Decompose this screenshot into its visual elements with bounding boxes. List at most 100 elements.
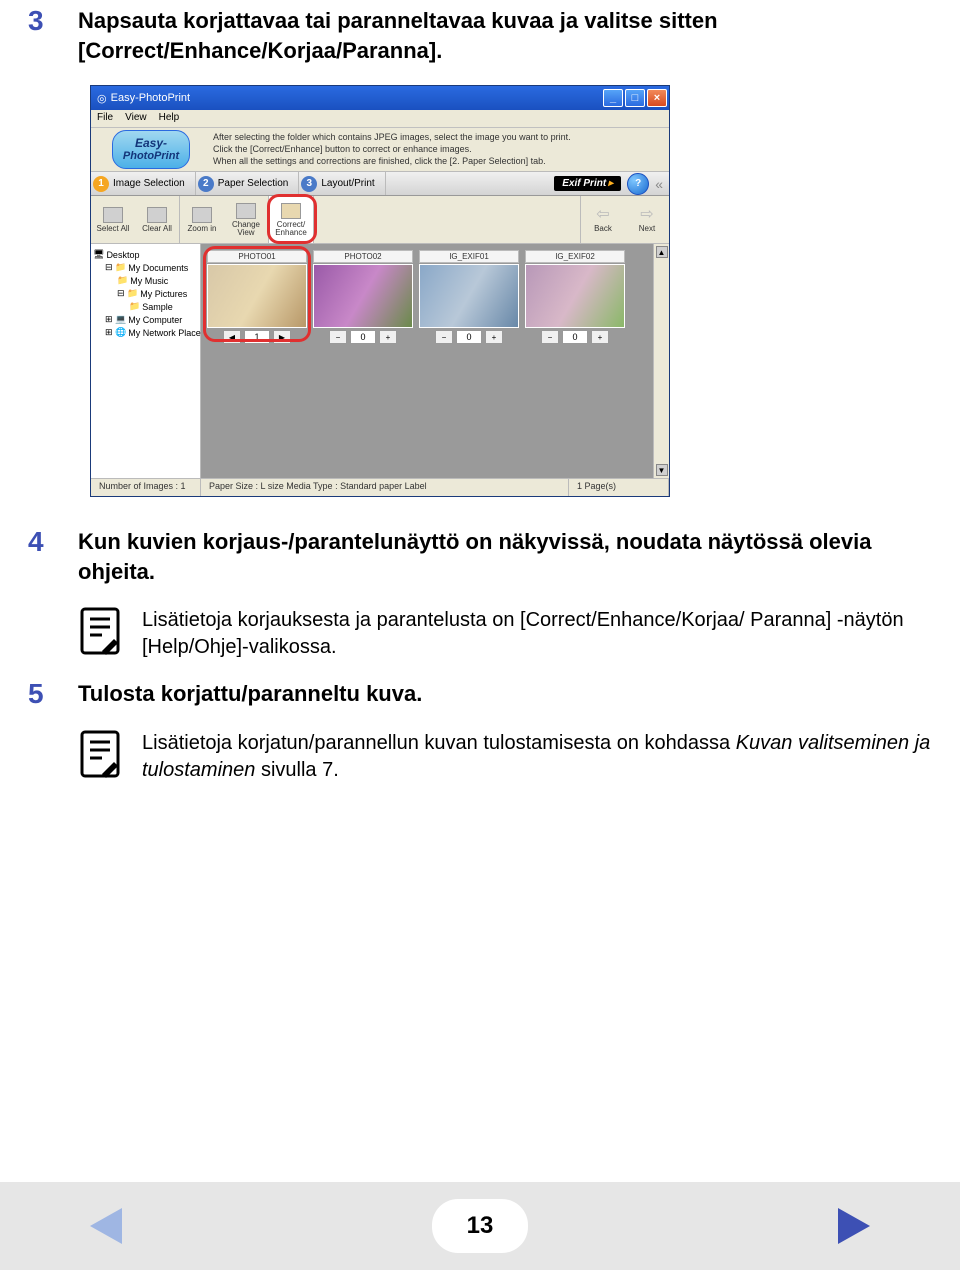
- step-text: Kun kuvien korjaus-/parantelunäyttö on n…: [78, 527, 940, 586]
- status-page-count: 1 Page(s): [569, 479, 669, 496]
- tab-image-selection[interactable]: 1 Image Selection: [91, 172, 196, 195]
- window-title: Easy-PhotoPrint: [111, 92, 190, 104]
- info-line-1: After selecting the folder which contain…: [213, 132, 667, 144]
- thumbnail-count: 0: [350, 330, 376, 344]
- tab-label: Layout/Print: [321, 178, 374, 189]
- thumb-prev-button[interactable]: ◀: [223, 330, 241, 344]
- app-logo: Easy- PhotoPrint: [91, 128, 211, 171]
- thumbnail-image: [207, 264, 307, 328]
- tab-label: Paper Selection: [218, 178, 289, 189]
- change-view-icon: [236, 203, 256, 219]
- thumbnail-count: 1: [244, 330, 270, 344]
- logo-bottom: PhotoPrint: [123, 150, 179, 162]
- step-number: 5: [28, 679, 78, 710]
- thumb-next-button[interactable]: ▶: [273, 330, 291, 344]
- menu-view[interactable]: View: [125, 112, 147, 125]
- select-all-button[interactable]: Select All: [91, 196, 135, 243]
- step-text: Napsauta korjattavaa tai paranneltavaa k…: [78, 6, 940, 65]
- thumbnail-item[interactable]: PHOTO02 − 0 +: [313, 250, 413, 344]
- tab-label: Image Selection: [113, 178, 185, 189]
- next-page-button[interactable]: [838, 1208, 870, 1244]
- step-text: Tulosta korjattu/paranneltu kuva.: [78, 679, 940, 709]
- empty-area: [201, 350, 653, 478]
- tab-number: 3: [301, 176, 317, 192]
- status-bar: Number of Images : 1 Paper Size : L size…: [91, 478, 669, 496]
- tab-layout-print[interactable]: 3 Layout/Print: [299, 172, 385, 195]
- thumb-plus-button[interactable]: +: [591, 330, 609, 344]
- thumbnail-image: [419, 264, 519, 328]
- thumbnail-count: 0: [456, 330, 482, 344]
- next-arrow-icon: ⇨: [640, 207, 653, 223]
- minimize-button[interactable]: _: [603, 89, 623, 107]
- thumb-minus-button[interactable]: −: [329, 330, 347, 344]
- collapse-icon[interactable]: «: [655, 176, 663, 192]
- tree-my-computer[interactable]: ⊞ 💻 My Computer: [93, 313, 198, 326]
- info-text: After selecting the folder which contain…: [211, 128, 669, 171]
- thumb-minus-button[interactable]: −: [541, 330, 559, 344]
- step-4: 4 Kun kuvien korjaus-/parantelunäyttö on…: [28, 527, 940, 586]
- tree-my-documents[interactable]: ⊟ 📁 My Documents: [93, 261, 198, 274]
- thumbnail-item[interactable]: IG_EXIF01 − 0 +: [419, 250, 519, 344]
- note-icon: [80, 607, 120, 655]
- back-button[interactable]: ⇦ Back: [581, 196, 625, 243]
- info-line-3: When all the settings and corrections ar…: [213, 156, 667, 168]
- thumbnail-label: PHOTO02: [313, 250, 413, 263]
- zoom-icon: [192, 207, 212, 223]
- menubar: File View Help: [91, 110, 669, 128]
- tree-my-music[interactable]: 📁 My Music: [93, 274, 198, 287]
- clear-all-icon: [147, 207, 167, 223]
- logo-top: Easy-: [135, 136, 167, 150]
- tree-desktop[interactable]: 🖥 Desktop: [93, 248, 198, 261]
- thumbnail-count: 0: [562, 330, 588, 344]
- thumbnail-area: PHOTO01 ◀ 1 ▶ PHOTO02: [201, 244, 653, 350]
- tab-number: 1: [93, 176, 109, 192]
- correct-enhance-icon: [281, 203, 301, 219]
- status-image-count: Number of Images : 1: [91, 479, 201, 496]
- thumbnail-label: PHOTO01: [207, 250, 307, 263]
- info-line-2: Click the [Correct/Enhance] button to co…: [213, 144, 667, 156]
- page-footer: 13: [0, 1182, 960, 1270]
- page-number: 13: [467, 1212, 494, 1240]
- tab-bar: 1 Image Selection 2 Paper Selection 3 La…: [91, 172, 669, 196]
- note-text: Lisätietoja korjatun/parannellun kuvan t…: [142, 730, 940, 784]
- step-5: 5 Tulosta korjattu/paranneltu kuva.: [28, 679, 940, 710]
- thumb-plus-button[interactable]: +: [485, 330, 503, 344]
- back-arrow-icon: ⇦: [596, 207, 609, 223]
- scroll-up-icon[interactable]: ▲: [656, 246, 668, 258]
- thumb-minus-button[interactable]: −: [435, 330, 453, 344]
- correct-enhance-button[interactable]: Correct/Enhance: [269, 196, 313, 243]
- thumbnail-item[interactable]: IG_EXIF02 − 0 +: [525, 250, 625, 344]
- zoom-in-button[interactable]: Zoom in: [180, 196, 224, 243]
- thumbnail-item[interactable]: PHOTO01 ◀ 1 ▶: [207, 250, 307, 344]
- select-all-icon: [103, 207, 123, 223]
- thumbnail-image: [525, 264, 625, 328]
- tree-sample[interactable]: 📁 Sample: [93, 300, 198, 313]
- step-3: 3 Napsauta korjattavaa tai paranneltavaa…: [28, 6, 940, 65]
- menu-help[interactable]: Help: [159, 112, 180, 125]
- tree-my-pictures[interactable]: ⊟ 📁 My Pictures: [93, 287, 198, 300]
- menu-file[interactable]: File: [97, 112, 113, 125]
- work-area: 🖥 Desktop ⊟ 📁 My Documents 📁 My Music ⊟ …: [91, 244, 669, 478]
- step-number: 4: [28, 527, 78, 558]
- maximize-button[interactable]: □: [625, 89, 645, 107]
- window-titlebar: ◎ Easy-PhotoPrint _ □ ×: [91, 86, 669, 110]
- scroll-down-icon[interactable]: ▼: [656, 464, 668, 476]
- thumbnail-label: IG_EXIF02: [525, 250, 625, 263]
- close-button[interactable]: ×: [647, 89, 667, 107]
- thumbnail-label: IG_EXIF01: [419, 250, 519, 263]
- tree-my-network[interactable]: ⊞ 🌐 My Network Places: [93, 326, 198, 339]
- folder-tree[interactable]: 🖥 Desktop ⊟ 📁 My Documents 📁 My Music ⊟ …: [91, 244, 201, 478]
- exif-badge: Exif Print▸: [554, 176, 621, 191]
- next-button[interactable]: ⇨ Next: [625, 196, 669, 243]
- note-block: Lisätietoja korjauksesta ja parantelusta…: [80, 607, 940, 661]
- prev-page-button[interactable]: [90, 1208, 122, 1244]
- help-button[interactable]: ?: [627, 173, 649, 195]
- scrollbar[interactable]: ▲ ▼: [653, 244, 669, 478]
- change-view-button[interactable]: Change View: [224, 196, 268, 243]
- status-paper-info: Paper Size : L size Media Type : Standar…: [201, 479, 569, 496]
- note-icon: [80, 730, 120, 778]
- tab-paper-selection[interactable]: 2 Paper Selection: [196, 172, 300, 195]
- clear-all-button[interactable]: Clear All: [135, 196, 179, 243]
- thumb-plus-button[interactable]: +: [379, 330, 397, 344]
- tab-number: 2: [198, 176, 214, 192]
